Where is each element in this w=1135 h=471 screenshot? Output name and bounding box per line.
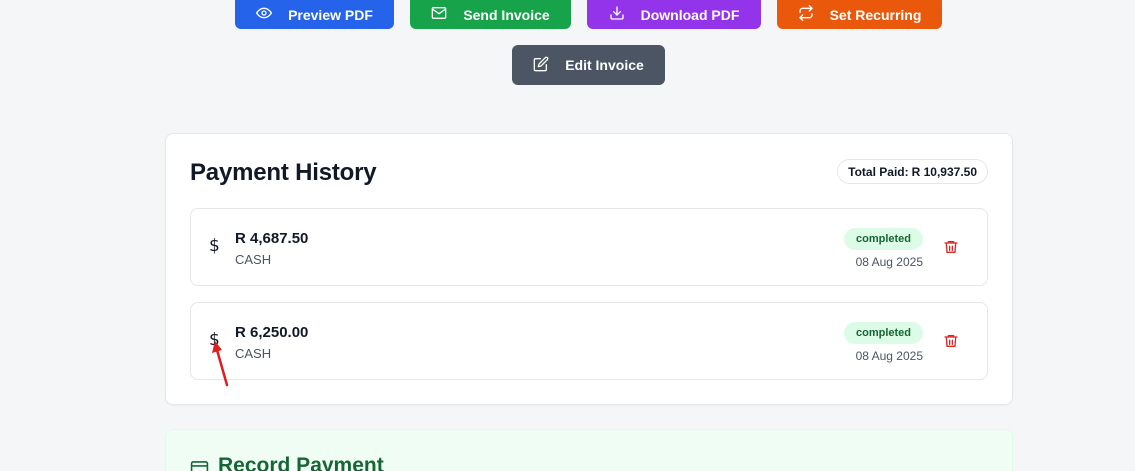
- payment-history-title: Payment History: [190, 159, 377, 186]
- total-paid-value: R 10,937.50: [911, 164, 977, 179]
- send-invoice-button[interactable]: Send Invoice: [410, 0, 571, 29]
- payment-date: 08 Aug 2025: [855, 349, 923, 363]
- record-payment-card: Record Payment: [165, 429, 1013, 471]
- status-badge: completed: [843, 322, 923, 344]
- dollar-icon: $: [209, 236, 220, 256]
- payment-amount: R 6,250.00: [235, 324, 309, 341]
- total-paid-badge: Total Paid: R 10,937.50: [837, 159, 988, 184]
- payment-history-card: Payment History Total Paid: R 10,937.50 …: [165, 133, 1013, 405]
- trash-icon: [944, 335, 958, 347]
- record-payment-title: Record Payment: [218, 454, 384, 471]
- invoice-page: Preview PDF Send Invoice Download PDF Se…: [0, 0, 1135, 471]
- repeat-icon: [798, 5, 814, 24]
- total-paid-label: Total Paid:: [848, 164, 909, 179]
- download-pdf-label: Download PDF: [640, 6, 740, 23]
- payment-date: 08 Aug 2025: [855, 255, 923, 269]
- payment-row: $ R 4,687.50 CASH completed 08 Aug 2025: [190, 208, 988, 286]
- preview-pdf-button[interactable]: Preview PDF: [235, 0, 394, 29]
- annotation-arrow: [212, 341, 229, 387]
- mail-icon: [431, 5, 447, 24]
- preview-pdf-label: Preview PDF: [288, 6, 373, 23]
- send-invoice-label: Send Invoice: [463, 6, 550, 23]
- set-recurring-button[interactable]: Set Recurring: [777, 0, 942, 29]
- payment-row: $ R 6,250.00 CASH completed 08 Aug 2025: [190, 302, 988, 380]
- edit-invoice-label: Edit Invoice: [565, 57, 644, 73]
- credit-card-icon: [190, 458, 209, 471]
- trash-icon: [944, 241, 958, 253]
- delete-payment-button[interactable]: [943, 333, 959, 349]
- download-icon: [609, 5, 625, 24]
- edit-invoice-button[interactable]: Edit Invoice: [512, 45, 665, 85]
- status-badge: completed: [843, 228, 923, 250]
- payment-method: CASH: [235, 346, 272, 361]
- payment-method: CASH: [235, 252, 272, 267]
- eye-icon: [256, 5, 273, 24]
- download-pdf-button[interactable]: Download PDF: [587, 0, 761, 29]
- payment-amount: R 4,687.50: [235, 230, 309, 247]
- edit-icon: [533, 56, 549, 75]
- delete-payment-button[interactable]: [943, 239, 959, 255]
- set-recurring-label: Set Recurring: [829, 6, 922, 23]
